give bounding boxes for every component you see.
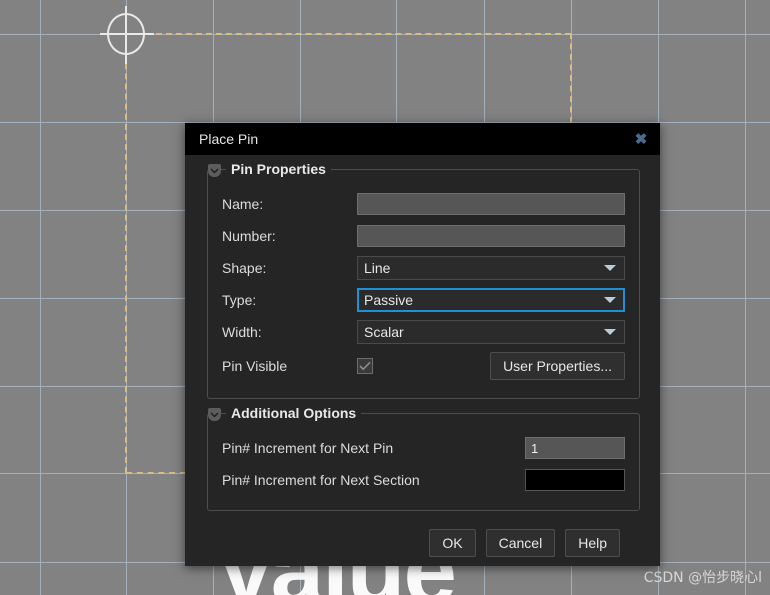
schematic-canvas[interactable]: Value CSDN @怡步晓心l Place Pin ✖ Pin Proper… xyxy=(0,0,770,595)
next-pin-input[interactable] xyxy=(525,437,625,459)
shape-value: Line xyxy=(364,260,604,276)
pin-properties-legend: Pin Properties xyxy=(226,161,331,177)
width-label: Width: xyxy=(222,324,357,340)
additional-options-legend: Additional Options xyxy=(226,405,361,421)
guide-line-vertical xyxy=(570,33,572,123)
next-pin-label: Pin# Increment for Next Pin xyxy=(222,440,525,456)
dialog-title: Place Pin xyxy=(199,131,628,147)
dialog-title-bar[interactable]: Place Pin ✖ xyxy=(185,123,660,155)
pin-properties-group: Pin Properties Name: Number: Shape: Line xyxy=(207,169,640,399)
chevron-down-icon xyxy=(604,265,616,271)
close-x-icon[interactable]: ✖ xyxy=(628,127,654,151)
chevron-down-icon xyxy=(604,329,616,335)
guide-line-horizontal xyxy=(126,33,571,35)
help-button[interactable]: Help xyxy=(565,529,620,557)
place-pin-dialog: Place Pin ✖ Pin Properties Name: Number: xyxy=(185,123,660,566)
type-label: Type: xyxy=(222,292,357,308)
type-row: Type: Passive xyxy=(222,284,625,316)
guide-line-vertical xyxy=(125,33,127,473)
cancel-button[interactable]: Cancel xyxy=(486,529,556,557)
guide-line-horizontal xyxy=(126,472,186,474)
type-value: Passive xyxy=(364,292,604,308)
crosshair-circle-icon xyxy=(107,13,145,55)
width-value: Scalar xyxy=(364,324,604,340)
number-label: Number: xyxy=(222,228,357,244)
pin-visible-label: Pin Visible xyxy=(222,358,357,374)
number-input[interactable] xyxy=(357,225,625,247)
name-row: Name: xyxy=(222,188,625,220)
shape-row: Shape: Line xyxy=(222,252,625,284)
next-section-input[interactable] xyxy=(525,469,625,491)
ok-button[interactable]: OK xyxy=(429,529,475,557)
user-properties-button[interactable]: User Properties... xyxy=(490,352,625,380)
next-pin-row: Pin# Increment for Next Pin xyxy=(222,432,625,464)
width-dropdown[interactable]: Scalar xyxy=(357,320,625,344)
collapse-chevron-icon[interactable] xyxy=(208,408,221,421)
chevron-down-icon xyxy=(604,297,616,303)
type-dropdown[interactable]: Passive xyxy=(357,288,625,312)
width-row: Width: Scalar xyxy=(222,316,625,348)
additional-options-group: Additional Options Pin# Increment for Ne… xyxy=(207,413,640,511)
next-section-label: Pin# Increment for Next Section xyxy=(222,472,525,488)
name-label: Name: xyxy=(222,196,357,212)
next-section-row: Pin# Increment for Next Section xyxy=(222,464,625,496)
dialog-body: Pin Properties Name: Number: Shape: Line xyxy=(185,155,660,557)
shape-label: Shape: xyxy=(222,260,357,276)
pin-visible-checkbox[interactable] xyxy=(357,358,373,374)
pin-visible-row: Pin Visible User Properties... xyxy=(222,348,625,384)
number-row: Number: xyxy=(222,220,625,252)
dialog-footer: OK Cancel Help xyxy=(207,525,640,557)
name-input[interactable] xyxy=(357,193,625,215)
shape-dropdown[interactable]: Line xyxy=(357,256,625,280)
collapse-chevron-icon[interactable] xyxy=(208,164,221,177)
watermark-text: CSDN @怡步晓心l xyxy=(644,567,762,587)
